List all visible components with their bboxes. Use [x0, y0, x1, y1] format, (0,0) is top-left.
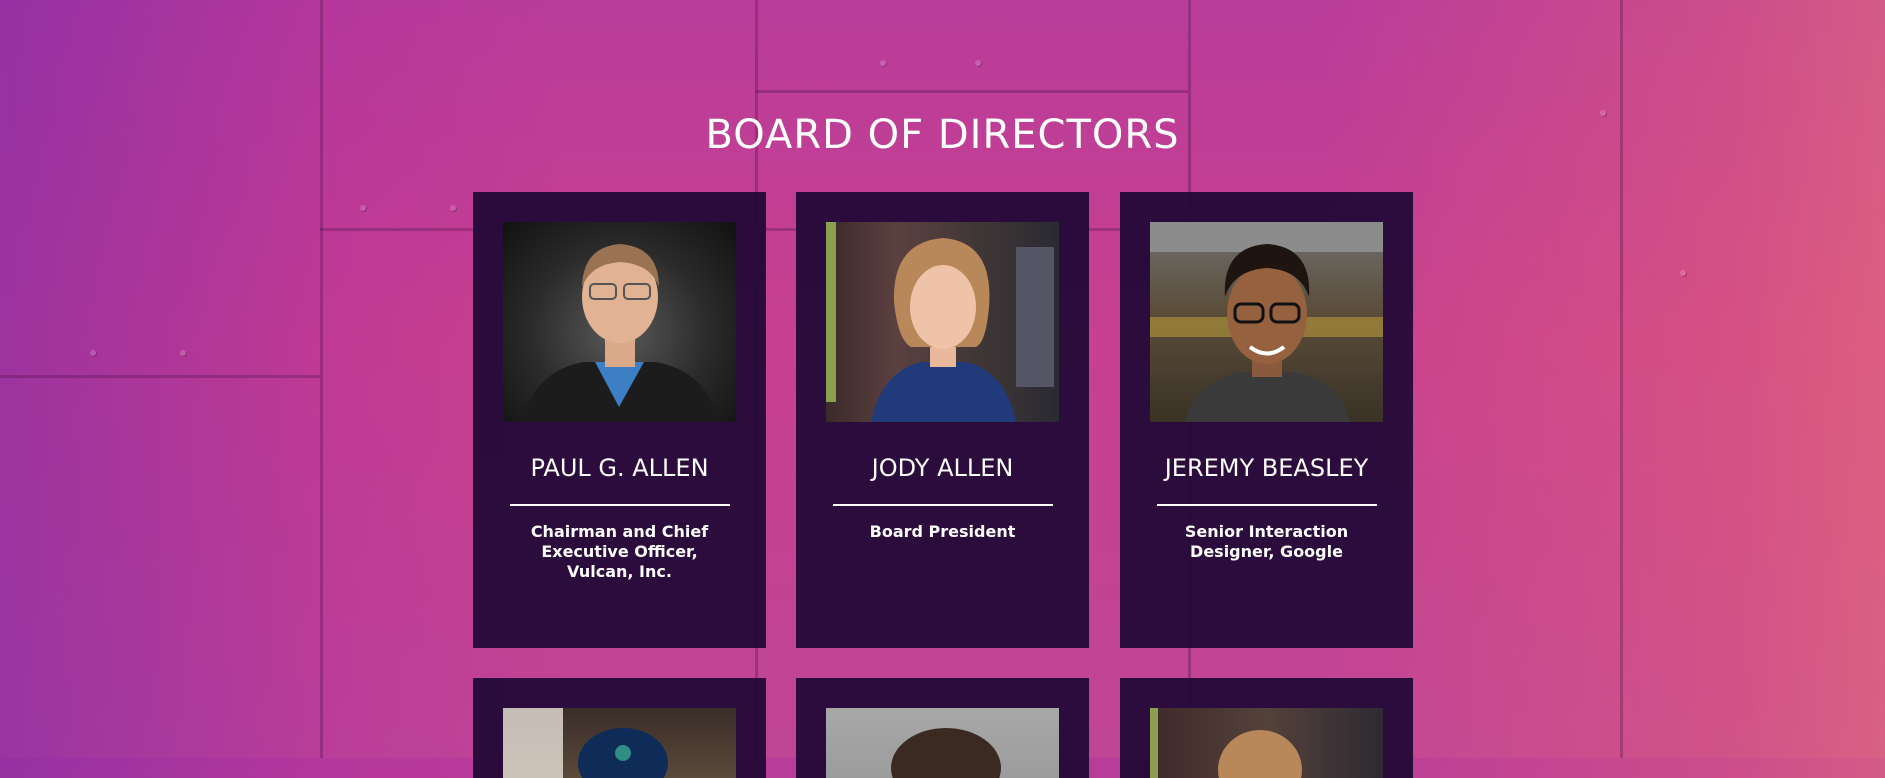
director-photo — [503, 708, 736, 778]
director-photo — [503, 222, 736, 422]
rivet — [880, 60, 886, 66]
person-portrait-icon — [1150, 708, 1302, 778]
director-card[interactable] — [473, 678, 766, 778]
director-card[interactable]: PAUL G. ALLEN Chairman and Chief Executi… — [473, 192, 766, 648]
rivet — [1680, 270, 1686, 276]
divider — [1157, 504, 1377, 506]
page-title: BOARD OF DIRECTORS — [705, 112, 1180, 158]
rivet — [90, 350, 96, 356]
person-portrait-icon — [503, 708, 668, 778]
rivet — [450, 205, 456, 211]
director-photo — [1150, 222, 1383, 422]
director-photo — [826, 708, 1059, 778]
person-portrait-icon — [891, 728, 1001, 778]
rivet — [180, 350, 186, 356]
director-name: JODY ALLEN — [871, 454, 1014, 482]
director-card[interactable]: JODY ALLEN Board President — [796, 192, 1089, 648]
panel-seam — [755, 90, 1188, 93]
director-name: JEREMY BEASLEY — [1164, 454, 1369, 482]
person-portrait-icon — [826, 222, 1054, 422]
divider — [833, 504, 1053, 506]
director-photo — [826, 222, 1059, 422]
rivet — [360, 205, 366, 211]
divider — [510, 504, 730, 506]
director-photo — [1150, 708, 1383, 778]
director-name: PAUL G. ALLEN — [530, 454, 709, 482]
person-portrait-icon — [523, 244, 718, 422]
director-card[interactable]: JEREMY BEASLEY Senior Interaction Design… — [1120, 192, 1413, 648]
person-portrait-icon — [1150, 222, 1383, 422]
director-card[interactable] — [1120, 678, 1413, 778]
panel-seam — [0, 375, 320, 378]
director-role: Board President — [869, 522, 1016, 541]
director-card[interactable] — [796, 678, 1089, 778]
director-role: Chairman and Chief Executive Officer, Vu… — [530, 522, 709, 581]
rivet — [975, 60, 981, 66]
director-role: Senior Interaction Designer, Google — [1184, 522, 1349, 561]
page-background: { "section": { "title": "BOARD OF DIRECT… — [0, 0, 1885, 778]
